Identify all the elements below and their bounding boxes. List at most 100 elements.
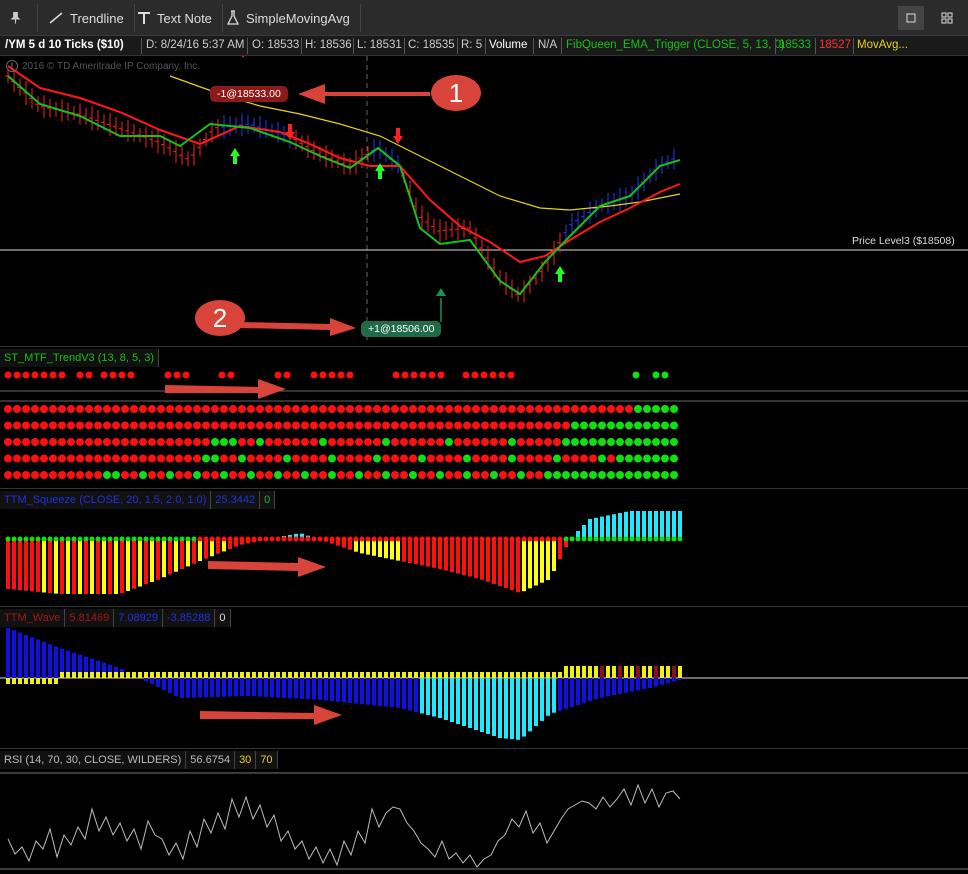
squeeze-dot	[677, 536, 683, 542]
trend-dot	[454, 405, 462, 413]
grid-layout-button[interactable]	[934, 6, 960, 30]
wave-bar	[342, 678, 346, 703]
squeeze-dot	[527, 536, 533, 542]
sell-order-tag[interactable]: -1@18533.00	[210, 86, 288, 102]
trend-dot	[355, 454, 363, 463]
buy-order-tag[interactable]: +1@18506.00	[361, 321, 442, 337]
trend-dot	[410, 371, 418, 379]
squeeze-dot	[389, 536, 395, 542]
squeeze-histogram[interactable]	[0, 509, 968, 603]
trend-dot	[148, 438, 156, 446]
wave-overlay-bar	[78, 672, 82, 678]
symbol-label[interactable]: /YM 5 d 10 Ticks ($10)	[5, 39, 124, 51]
wave-overlay-bar	[654, 666, 658, 678]
trend-dot	[643, 438, 651, 446]
squeeze-dot	[485, 536, 491, 542]
wave-overlay-bar	[222, 672, 226, 678]
trend-dot	[580, 405, 588, 413]
wave-overlay-bar	[528, 672, 532, 678]
trend-dot	[409, 454, 417, 463]
squeeze-dot	[431, 536, 437, 542]
squeeze-bar	[642, 511, 646, 539]
wave-bar	[300, 678, 304, 699]
info-icon[interactable]: !	[6, 60, 18, 72]
trend-dot	[211, 421, 219, 430]
trend-dot	[643, 405, 651, 413]
annotation-arrow-1	[298, 84, 430, 104]
pin-button[interactable]	[0, 4, 38, 32]
trend-dot	[337, 471, 345, 479]
squeeze-dot	[329, 536, 335, 542]
trend-dot	[454, 454, 462, 463]
wave-overlay-bar	[582, 666, 586, 678]
trend-dot	[652, 471, 660, 479]
trend-dot	[76, 454, 84, 463]
trend-dot	[391, 471, 399, 479]
trendline-button[interactable]: Trendline	[38, 4, 135, 32]
price-chart[interactable]	[0, 56, 968, 344]
trend-dot	[220, 454, 228, 463]
trend-dots-chart[interactable]	[0, 367, 968, 485]
trend-dot	[553, 438, 561, 446]
volume-label[interactable]: Volume	[489, 39, 527, 51]
sma-button[interactable]: SimpleMovingAvg	[216, 4, 361, 32]
trend-dot	[13, 438, 21, 446]
trend-dot	[4, 405, 12, 413]
squeeze-dot	[395, 536, 401, 542]
wave-bar	[564, 678, 568, 709]
squeeze-dot	[425, 536, 431, 542]
single-layout-button[interactable]	[898, 6, 924, 30]
squeeze-dot	[179, 536, 185, 542]
trend-dot	[634, 454, 642, 463]
trend-dot	[184, 438, 192, 446]
wave-overlay-bar	[498, 672, 502, 678]
rsi-chart[interactable]	[0, 769, 968, 873]
wave-overlay-bar	[402, 672, 406, 678]
trend-dot	[472, 454, 480, 463]
trend-dot	[292, 421, 300, 430]
trend-dot	[382, 454, 390, 463]
trend-dot	[76, 438, 84, 446]
trend-study-label[interactable]: ST_MTF_TrendV3 (13, 8, 5, 3)	[0, 349, 159, 367]
wave-bar	[444, 678, 448, 720]
wave-bar	[474, 678, 478, 730]
trend-panel-header: ST_MTF_TrendV3 (13, 8, 5, 3)	[0, 349, 159, 367]
trend-dot	[409, 471, 417, 479]
trend-dot	[319, 371, 327, 379]
trend-dot	[328, 438, 336, 446]
trend-dot	[481, 405, 489, 413]
wave-bar	[360, 678, 364, 705]
trend-dot	[489, 371, 497, 379]
movavg-label[interactable]: MovAvg...	[857, 39, 908, 51]
wave-bar	[588, 678, 592, 702]
squeeze-bar	[42, 539, 46, 593]
wave-histogram[interactable]	[0, 627, 968, 745]
trend-dot	[337, 421, 345, 430]
wave-overlay-bar	[510, 672, 514, 678]
trend-dot	[247, 454, 255, 463]
squeeze-bar	[552, 539, 556, 571]
squeeze-dot	[671, 536, 677, 542]
study-label[interactable]: FibQueen_EMA_Trigger (CLOSE, 5, 13, 0)	[566, 39, 785, 51]
squeeze-bar	[384, 539, 388, 559]
wave-study-label[interactable]: TTM_Wave	[0, 609, 66, 627]
wave-bar	[426, 678, 430, 715]
squeeze-study-label[interactable]: TTM_Squeeze (CLOSE, 20, 1.5, 2.0, 1.0)	[0, 491, 212, 509]
rsi-low-level: 30	[235, 751, 257, 769]
wave-value-2: 7.08929	[114, 609, 163, 627]
trend-dot	[94, 421, 102, 430]
squeeze-dot	[239, 536, 245, 542]
wave-bar	[396, 678, 400, 708]
wave-bar	[276, 678, 280, 698]
rsi-study-label[interactable]: RSI (14, 70, 30, CLOSE, WILDERS)	[0, 751, 187, 769]
wave-overlay-bar	[558, 672, 562, 678]
trend-dot	[202, 405, 210, 413]
trend-dot	[382, 421, 390, 430]
trend-dot	[364, 471, 372, 479]
squeeze-dot	[413, 536, 419, 542]
text-note-button[interactable]: Text Note	[127, 4, 223, 32]
trend-dot	[166, 405, 174, 413]
trend-dot	[22, 405, 30, 413]
wave-overlay-bar	[306, 672, 310, 678]
wave-bar	[648, 678, 652, 688]
